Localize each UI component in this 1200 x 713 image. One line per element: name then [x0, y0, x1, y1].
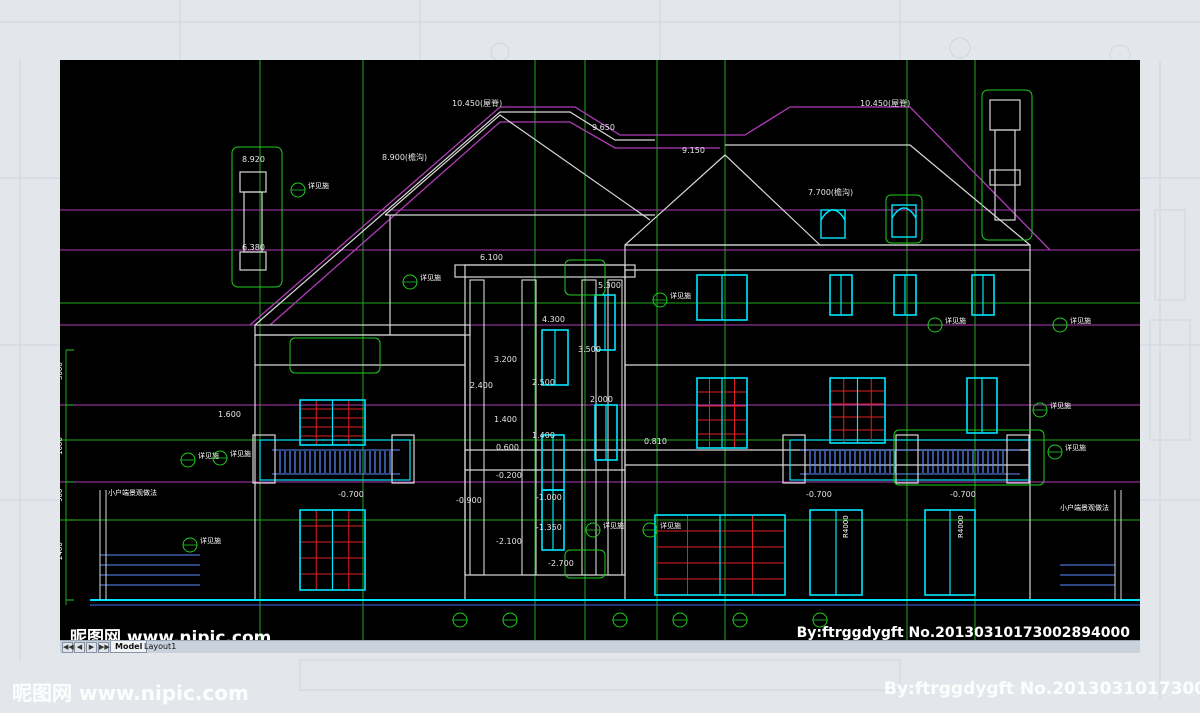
elev-m1350: -1.350 — [536, 523, 562, 532]
detail-callout: 详见施 — [927, 316, 966, 333]
elev-m1000: -1.000 — [536, 493, 562, 502]
elev-chimney-mid: 6.380 — [242, 243, 265, 252]
elev-0600: 0.600 — [496, 443, 519, 452]
window — [541, 329, 569, 386]
elev-chimney-top: 8.920 — [242, 155, 265, 164]
elev-m0900: -0.900 — [456, 496, 482, 505]
elev-roof-right: 10.450(屋脊) — [860, 98, 910, 108]
window — [299, 399, 366, 446]
detail-note: 详见施 — [945, 316, 966, 325]
detail-note: 详见施 — [670, 291, 691, 300]
elev-m2700: -2.700 — [548, 559, 574, 568]
elev-m0700c: -0.700 — [950, 490, 976, 499]
note-arch-r1: R4000 — [842, 515, 850, 538]
prev-tab-icon[interactable]: ◀ — [74, 642, 85, 653]
watermark-site-bottom: 昵图网 www.nipic.com — [12, 681, 249, 705]
detail-callout: 详见施 — [1032, 401, 1071, 418]
elev-6100: 6.100 — [480, 253, 503, 262]
detail-note: 详见施 — [308, 181, 329, 190]
detail-callout: 详见施 — [290, 181, 329, 198]
layout-tab-bar: ◀◀ ◀ ▶ ▶▶ Model Layout1 — [60, 640, 1140, 653]
detail-callout: 详见施 — [1047, 443, 1086, 460]
window — [809, 509, 863, 596]
detail-callout — [732, 612, 748, 628]
elev-0810: 0.810 — [644, 437, 667, 446]
window — [829, 274, 853, 316]
elev-1400b: 1.400 — [532, 431, 555, 440]
detail-callout: 详见施 — [402, 273, 441, 290]
detail-callout — [502, 612, 518, 628]
elev-3200: 3.200 — [494, 355, 517, 364]
detail-note: 详见施 — [200, 536, 221, 545]
elevation-drawing: 3000 1600 900 2400 10.450(屋脊) 10.450(屋脊)… — [60, 60, 1140, 640]
dim-900: 900 — [60, 489, 64, 502]
elev-1400a: 1.400 — [494, 415, 517, 424]
detail-callout — [612, 612, 628, 628]
elev-3500: 3.500 — [578, 345, 601, 354]
detail-note: 详见施 — [1065, 443, 1086, 452]
dim-1600: 1600 — [60, 437, 64, 455]
detail-callout — [452, 612, 468, 628]
elev-ridge-mid: 9.650 — [592, 123, 615, 132]
detail-note: 详见施 — [420, 273, 441, 282]
detail-callout: 详见施 — [642, 521, 681, 538]
watermark-author-right: By:ftrggdygft No.20130310173002894000 — [796, 625, 1130, 641]
detail-callout — [672, 612, 688, 628]
dim-2400: 2400 — [60, 542, 64, 560]
note-landscape-right: 小户端景观做法 — [1060, 503, 1109, 512]
detail-note: 详见施 — [603, 521, 624, 530]
window — [299, 509, 366, 591]
window — [924, 509, 976, 596]
last-tab-icon[interactable]: ▶▶ — [98, 642, 110, 653]
elev-m0700a: -0.700 — [338, 490, 364, 499]
window — [829, 377, 886, 444]
window — [696, 377, 748, 449]
elev-2500: 2.500 — [532, 378, 555, 387]
detail-callout: 详见施 — [1052, 316, 1091, 333]
detail-note: 详见施 — [660, 521, 681, 530]
detail-note: 详见施 — [1050, 401, 1071, 410]
note-arch-r2: R4000 — [957, 515, 965, 538]
elev-roof-left: 10.450(屋脊) — [452, 98, 502, 108]
window — [696, 274, 748, 321]
elev-eave-left: 8.900(檐沟) — [382, 152, 427, 162]
first-tab-icon[interactable]: ◀◀ — [62, 642, 74, 653]
detail-callout: 详见施 — [585, 521, 624, 538]
detail-callout: 详见施 — [182, 536, 221, 553]
elev-dormer: 7.700(檐沟) — [808, 187, 853, 197]
watermark-author-bottom: By:ftrggdygft No.2013031017300 — [884, 679, 1200, 699]
elev-4300: 4.300 — [542, 315, 565, 324]
tab-layout1[interactable]: Layout1 — [140, 641, 180, 652]
elev-m0200: -0.200 — [496, 471, 522, 480]
elev-m2100: -2.100 — [496, 537, 522, 546]
elev-2400: 2.400 — [470, 381, 493, 390]
elev-m0700b: -0.700 — [806, 490, 832, 499]
detail-note: 详见施 — [1070, 316, 1091, 325]
next-tab-icon[interactable]: ▶ — [86, 642, 97, 653]
detail-note: 详见施 — [230, 449, 251, 458]
detail-callout: 详见施 — [652, 291, 691, 308]
elev-ridge-mid2: 9.150 — [682, 146, 705, 155]
note-landscape-left: 小户端景观做法 — [108, 488, 157, 497]
elev-5300: 5.300 — [598, 281, 621, 290]
cad-model-viewport[interactable]: 3000 1600 900 2400 10.450(屋脊) 10.450(屋脊)… — [60, 60, 1140, 640]
dim-3000: 3000 — [60, 362, 64, 380]
elev-2000: 2.000 — [590, 395, 613, 404]
window — [893, 274, 917, 316]
window — [594, 404, 618, 461]
elev-1600: 1.600 — [218, 410, 241, 419]
